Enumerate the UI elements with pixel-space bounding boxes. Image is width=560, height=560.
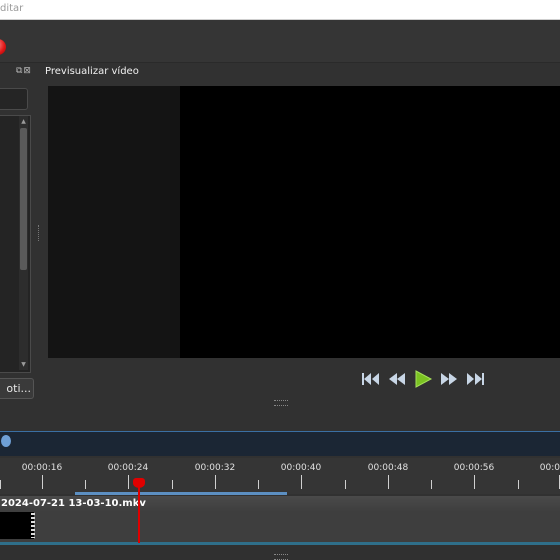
timeline-scroll-handle[interactable] <box>1 435 11 447</box>
filter-input[interactable] <box>0 88 28 110</box>
major-tick <box>301 475 302 489</box>
ruler-selection-range <box>75 492 287 495</box>
minor-tick <box>345 480 346 489</box>
tick-label: 00:00:24 <box>107 463 149 473</box>
video-preview-left-region <box>48 86 180 358</box>
skip-to-end-icon[interactable] <box>465 369 485 389</box>
toolbar <box>0 20 560 63</box>
transport-controls <box>361 368 485 390</box>
minor-tick <box>172 480 173 489</box>
timeline-scrollbar[interactable] <box>0 431 560 456</box>
preview-panel-title: Previsualizar vídeo <box>45 66 139 77</box>
clip-name: 2024-07-21 13-03-10.mkv <box>1 498 146 509</box>
tick-label: 00:00:32 <box>194 463 236 473</box>
left-panel-button[interactable]: oti... <box>0 378 34 399</box>
resize-handle[interactable] <box>274 400 288 406</box>
skip-to-start-icon[interactable] <box>361 369 381 389</box>
fast-forward-icon[interactable] <box>439 369 459 389</box>
tick-label: 00:00:16 <box>21 463 63 473</box>
tick-label: 00:00:48 <box>367 463 409 473</box>
clip-thumbnail <box>0 512 35 539</box>
playhead-line[interactable] <box>138 485 140 543</box>
title-bar <box>0 0 560 20</box>
tick-label: 00:00:56 <box>453 463 495 473</box>
timeline-ruler[interactable]: 00:00:16 00:00:24 00:00:32 00:00:40 00:0… <box>0 458 560 494</box>
major-tick <box>388 475 389 489</box>
major-tick <box>0 480 1 489</box>
scroll-down-arrow-icon[interactable]: ▼ <box>20 360 27 369</box>
film-strip-icon <box>31 513 35 538</box>
scroll-up-arrow-icon[interactable]: ▲ <box>20 117 27 126</box>
tick-label: 00:00:40 <box>280 463 322 473</box>
tick-label: 00:01:04 <box>539 463 560 473</box>
window-title: ditar <box>0 3 24 14</box>
panel-float-close-icon[interactable]: ⧉⊠ <box>16 66 32 76</box>
minor-tick <box>518 480 519 489</box>
minor-tick <box>431 480 432 489</box>
scrollbar-thumb[interactable] <box>20 128 27 270</box>
panel-splitter[interactable] <box>38 225 42 241</box>
major-tick <box>42 475 43 489</box>
rewind-icon[interactable] <box>387 369 407 389</box>
major-tick <box>215 475 216 489</box>
minor-tick <box>85 480 86 489</box>
major-tick <box>474 475 475 489</box>
minor-tick <box>258 480 259 489</box>
resize-handle[interactable] <box>274 554 288 560</box>
playhead-marker[interactable] <box>133 478 145 488</box>
play-icon[interactable] <box>413 369 433 389</box>
major-tick <box>128 475 129 489</box>
